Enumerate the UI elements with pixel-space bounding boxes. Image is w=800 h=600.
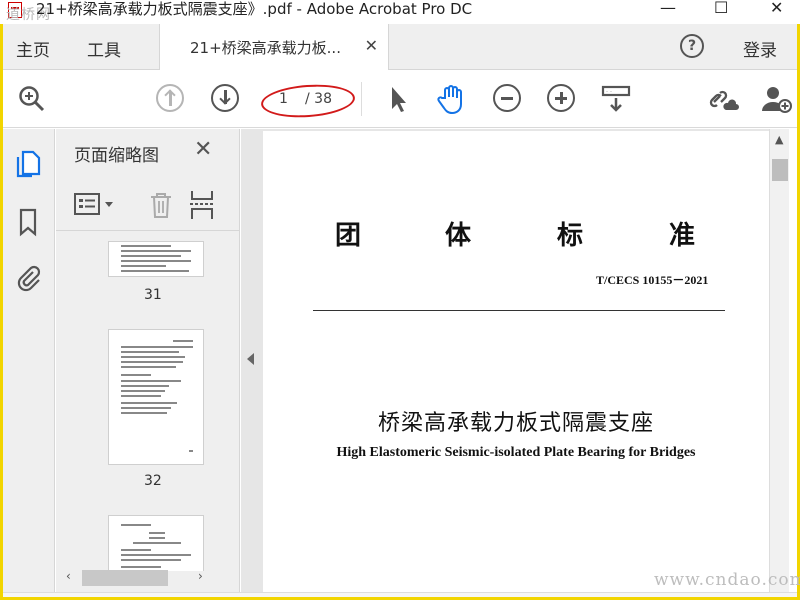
zoom-in-button[interactable] (547, 84, 575, 112)
search-icon[interactable] (17, 84, 45, 112)
status-strip (3, 592, 797, 597)
toolbar-divider (361, 82, 362, 116)
thumbnail-page-32[interactable] (108, 329, 204, 465)
toolbar: 1 / 38 (3, 70, 797, 128)
document-scroll-thumb[interactable] (772, 159, 788, 181)
panel-title: 页面缩略图 (74, 146, 159, 166)
help-icon[interactable]: ? (680, 34, 704, 58)
previous-page-button[interactable] (156, 84, 184, 112)
thumbnail-label-31: 31 (144, 287, 162, 303)
standard-number: T/CECS 10155－2021 (596, 273, 709, 287)
navigation-rail (3, 129, 55, 594)
english-title: High Elastomeric Seismic-isolated Plate … (336, 445, 696, 460)
tab-tools[interactable]: 工具 (87, 36, 121, 61)
chinese-title: 桥梁高承载力板式隔震支座 (377, 411, 654, 436)
document-scrollbar[interactable]: ▲ (769, 129, 789, 594)
tab-document[interactable]: 21+桥梁高承载力板... ✕ (159, 24, 389, 70)
pdf-page: 团 体 标 准 T/CECS 10155－2021 桥梁高承载力板式隔震支座 H… (263, 131, 769, 594)
insert-page-icon[interactable] (188, 189, 216, 221)
minimize-button[interactable]: — (660, 0, 676, 16)
next-page-button[interactable] (211, 84, 239, 112)
maximize-button[interactable]: ☐ (714, 0, 728, 16)
page-display-icon[interactable] (601, 84, 631, 112)
site-watermark: www.cndao.com (654, 570, 800, 590)
thumbnail-list: 31 32 (64, 241, 224, 571)
thumbnail-options-icon[interactable] (74, 191, 118, 219)
login-button[interactable]: 登录 (743, 36, 777, 61)
bookmark-icon[interactable] (15, 207, 41, 237)
thumbnail-tools (56, 181, 240, 231)
close-panel-icon[interactable]: ✕ (194, 137, 212, 162)
standard-title-char: 团 (335, 221, 362, 251)
delete-page-icon[interactable] (148, 191, 174, 219)
hand-tool-icon[interactable] (436, 84, 464, 115)
standard-title-char: 体 (445, 221, 472, 251)
attachment-icon[interactable] (15, 263, 41, 292)
select-tool-icon[interactable] (384, 84, 412, 112)
thumbnail-label-32: 32 (144, 473, 162, 489)
standard-title-char: 标 (557, 221, 584, 251)
window-title: 21+桥梁高承载力板式隔震支座》.pdf - Adobe Acrobat Pro… (36, 0, 473, 18)
standard-title-char: 准 (669, 221, 696, 251)
tab-home[interactable]: 主页 (16, 36, 50, 61)
collapse-panel-icon[interactable] (247, 353, 254, 365)
zoom-out-button[interactable] (493, 84, 521, 112)
add-user-icon[interactable] (761, 84, 792, 113)
document-tab-label: 21+桥梁高承载力板... (190, 39, 341, 57)
thumbnail-page-31[interactable] (108, 241, 204, 277)
close-tab-icon[interactable]: ✕ (365, 36, 378, 55)
title-rule (313, 310, 725, 311)
thumbnail-page-33[interactable] (108, 515, 204, 571)
close-window-button[interactable]: ✕ (770, 0, 783, 16)
share-link-icon[interactable] (708, 84, 739, 112)
document-view[interactable]: 团 体 标 准 T/CECS 10155－2021 桥梁高承载力板式隔震支座 H… (241, 129, 769, 594)
tab-bar: 主页 工具 21+桥梁高承载力板... ✕ ? 登录 (3, 24, 797, 70)
horizontal-scroll-thumb[interactable] (82, 570, 168, 586)
thumbnail-horizontal-scrollbar[interactable]: ‹ › (62, 568, 212, 588)
page-thumbnails-icon[interactable] (15, 149, 41, 178)
thumbnail-panel: 页面缩略图 ✕ 31 32 (56, 129, 286, 594)
title-bar: 道桥网 21+桥梁高承载力板式隔震支座》.pdf - Adobe Acrobat… (0, 0, 800, 24)
